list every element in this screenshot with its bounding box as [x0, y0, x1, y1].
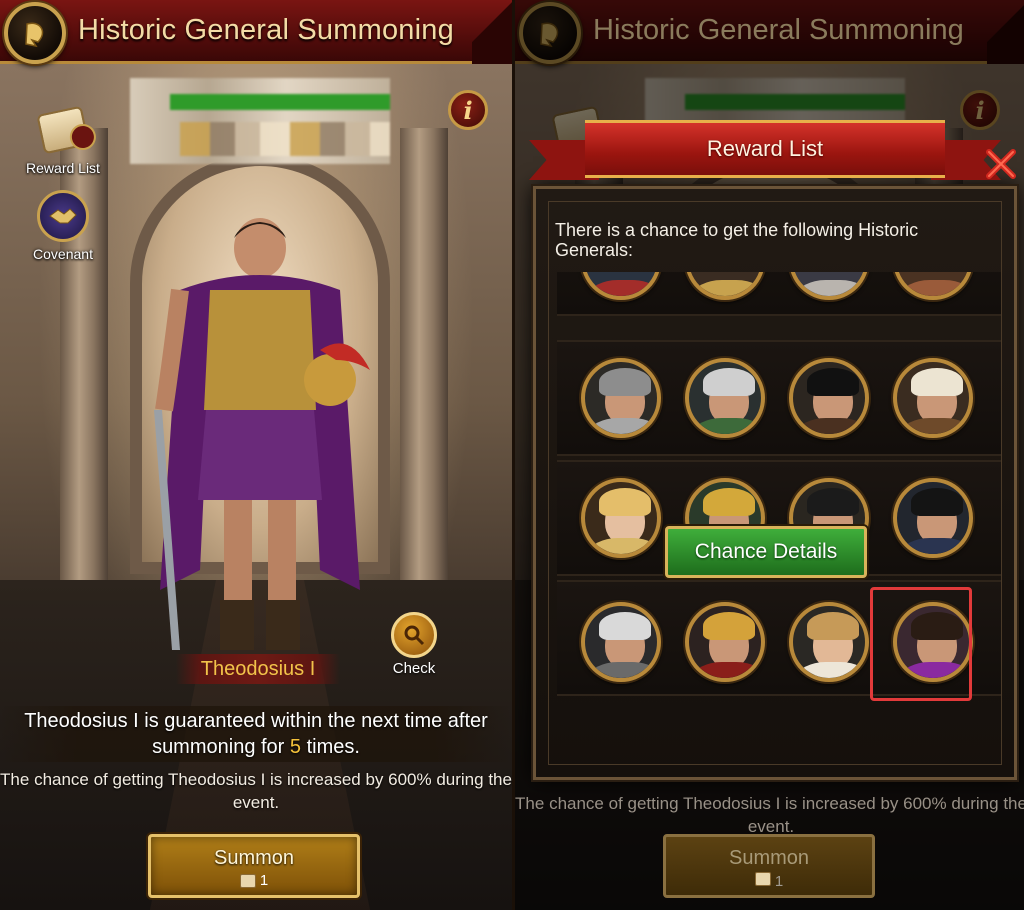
- magnifier-icon: [391, 612, 437, 658]
- title-bar: Historic General Summoning: [0, 0, 512, 64]
- generals-row: [557, 272, 1001, 316]
- guarantee-text: Theodosius I is guaranteed within the ne…: [0, 706, 512, 762]
- info-button[interactable]: i: [448, 90, 488, 130]
- chance-increase-text: The chance of getting Theodosius I is in…: [515, 794, 1024, 836]
- covenant-button[interactable]: Covenant: [18, 188, 108, 262]
- reward-list-label: Reward List: [26, 160, 100, 176]
- modal-intro-text: There is a chance to get the following H…: [555, 220, 919, 260]
- portrait-blonde-queen[interactable]: [581, 478, 661, 558]
- scroll-icon: [754, 872, 771, 886]
- reward-list-screen: i The chance of getting Theodosius I is …: [512, 0, 1024, 910]
- portrait-armored-knight[interactable]: [581, 358, 661, 438]
- scroll-icon: [36, 105, 90, 155]
- portrait-partial-general-4[interactable]: [893, 272, 973, 300]
- blurred-event-banner: [130, 78, 390, 164]
- check-label: Check: [392, 660, 436, 677]
- general-portrait: [154, 218, 370, 650]
- guarantee-prefix: Theodosius I is guaranteed within the ne…: [24, 710, 488, 758]
- portrait-bicorne-admiral[interactable]: [893, 478, 973, 558]
- summon-button[interactable]: Summon 1: [663, 834, 875, 898]
- summon-screen: Historic General Summoning i Reward List…: [0, 0, 512, 910]
- blurred-tiles: [180, 122, 390, 156]
- back-button[interactable]: [4, 2, 66, 64]
- general-name-plate: Theodosius I: [176, 654, 340, 684]
- back-arrow-icon: [25, 22, 44, 48]
- reward-list-button[interactable]: Reward List: [18, 102, 108, 176]
- info-icon: i: [463, 95, 473, 125]
- portrait-turbaned-commander[interactable]: [893, 358, 973, 438]
- portrait-partial-general-3[interactable]: [789, 272, 869, 300]
- summon-cost-value: 1: [259, 872, 269, 889]
- summon-cost: 1: [151, 872, 357, 889]
- covenant-label: Covenant: [33, 246, 93, 262]
- selected-general-highlight: [870, 587, 972, 701]
- summon-cost: 1: [666, 872, 872, 890]
- portrait-white-haired-warrior[interactable]: [581, 602, 661, 682]
- guarantee-count: 5: [289, 736, 302, 758]
- page-title-dimmed: Historic General Summoning: [593, 14, 964, 46]
- blurred-bar: [170, 94, 390, 110]
- summon-label: Summon: [728, 847, 810, 869]
- modal-title: Reward List: [585, 120, 945, 178]
- close-button[interactable]: [981, 144, 1021, 184]
- portrait-partial-general-2[interactable]: [685, 272, 765, 300]
- chance-details-button[interactable]: Chance Details: [665, 526, 867, 578]
- handshake-icon: [37, 190, 89, 242]
- chance-increase-text: The chance of getting Theodosius I is in…: [0, 770, 512, 812]
- portrait-grey-bearded-scholar[interactable]: [685, 358, 765, 438]
- portrait-crowned-bearded-king[interactable]: [685, 602, 765, 682]
- generals-row: [557, 340, 1001, 456]
- check-button[interactable]: Check: [384, 612, 444, 677]
- guarantee-suffix: times.: [301, 736, 360, 758]
- summon-label: Summon: [213, 847, 295, 869]
- summon-button[interactable]: Summon 1: [148, 834, 360, 898]
- portrait-pirate-captain[interactable]: [789, 358, 869, 438]
- scroll-icon: [239, 873, 256, 888]
- portrait-young-prince[interactable]: [789, 602, 869, 682]
- page-title: Historic General Summoning: [78, 14, 454, 46]
- summon-cost-value: 1: [774, 873, 784, 890]
- portrait-partial-general-1[interactable]: [581, 272, 661, 300]
- close-icon: [986, 149, 1016, 179]
